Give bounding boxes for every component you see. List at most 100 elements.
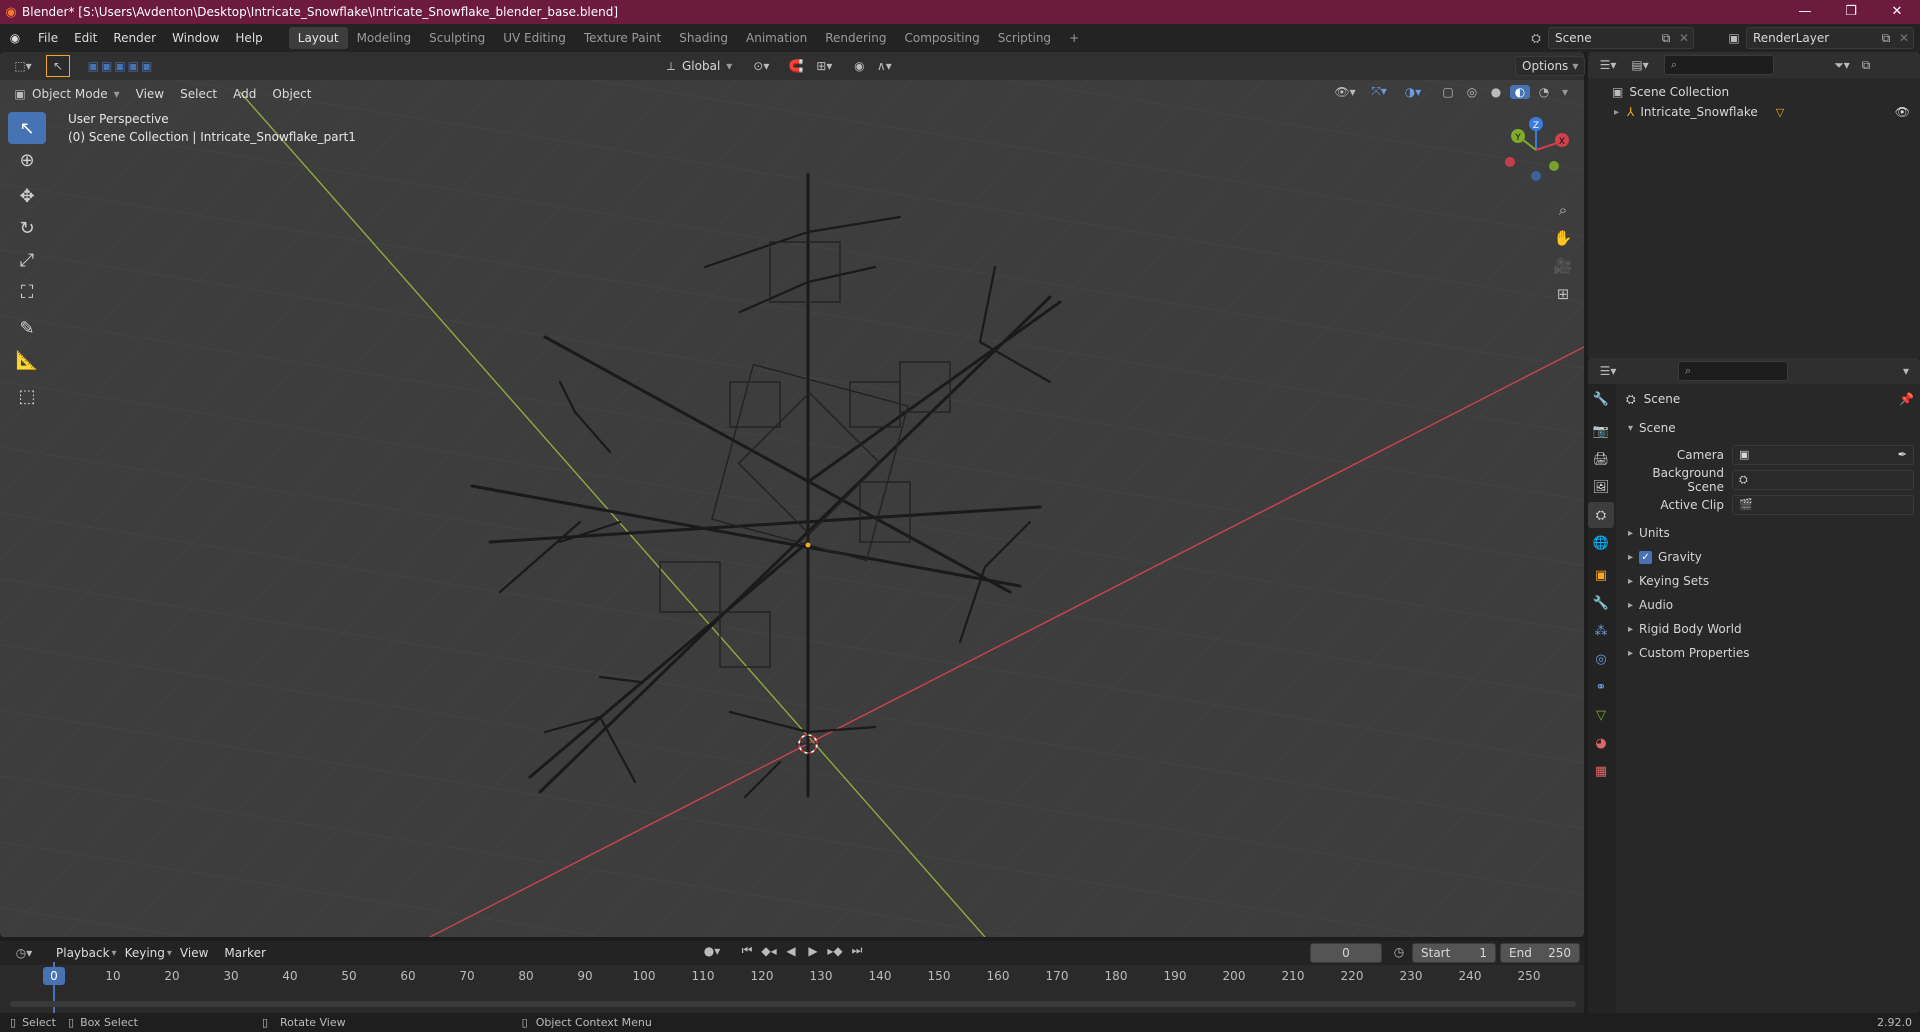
particles-tab-icon[interactable]: ⁂: [1588, 618, 1614, 644]
tab-texture-paint[interactable]: Texture Paint: [575, 27, 670, 49]
annotate-tool-icon[interactable]: ✎: [8, 312, 46, 344]
play-reverse-icon[interactable]: ◀: [782, 944, 800, 958]
visibility-eye-icon[interactable]: 👁: [1895, 105, 1910, 119]
renderlayer-field[interactable]: RenderLayer ⧉ ✕: [1746, 27, 1914, 49]
rigid-body-world-panel[interactable]: ▸ Rigid Body World: [1622, 617, 1914, 641]
menu-add[interactable]: Add: [225, 80, 264, 108]
menu-timeline-view[interactable]: View: [172, 939, 216, 967]
tab-shading[interactable]: Shading: [670, 27, 737, 49]
maximize-button[interactable]: ❐: [1828, 0, 1874, 24]
preview-range-icon[interactable]: ◷: [1390, 945, 1408, 959]
tab-compositing[interactable]: Compositing: [895, 27, 988, 49]
tool-tab-icon[interactable]: 🔧: [1588, 386, 1614, 412]
menu-playback[interactable]: Playback: [48, 939, 118, 967]
outliner-search-input[interactable]: ⌕: [1664, 55, 1774, 75]
chevron-down-icon[interactable]: ▾: [1898, 364, 1914, 378]
navigation-gizmo[interactable]: Z Y X: [1490, 112, 1580, 192]
play-icon[interactable]: ▶: [804, 944, 822, 958]
renderlayer-icon[interactable]: ▣: [1722, 27, 1746, 49]
menu-marker[interactable]: Marker: [216, 939, 273, 967]
object-tab-icon[interactable]: ▣: [1588, 562, 1614, 588]
menu-render[interactable]: Render: [105, 24, 164, 52]
timeline-track[interactable]: 0 10 20 30 40 50 60 70 80 90 100 110 120 130 140 150 160…: [0, 962, 1584, 1013]
add-cube-tool-icon[interactable]: ⬚: [8, 380, 46, 412]
gravity-checkbox[interactable]: ✓: [1639, 550, 1653, 564]
background-scene-field[interactable]: ⛭: [1732, 469, 1914, 490]
tab-uv-editing[interactable]: UV Editing: [494, 27, 575, 49]
menu-help[interactable]: Help: [227, 24, 270, 52]
visibility-icon[interactable]: 👁▾: [1330, 85, 1360, 99]
tab-animation[interactable]: Animation: [737, 27, 816, 49]
snap-icon[interactable]: 🧲: [782, 59, 810, 73]
zoom-icon[interactable]: ⌕: [1550, 196, 1576, 224]
tab-rendering[interactable]: Rendering: [816, 27, 895, 49]
modifier-tab-icon[interactable]: 🔧: [1588, 590, 1614, 616]
render-tab-icon[interactable]: 📷: [1588, 418, 1614, 444]
editor-type-icon[interactable]: ◷▾: [10, 946, 38, 960]
gravity-panel[interactable]: ▸ ✓ Gravity: [1622, 545, 1914, 569]
add-workspace-button[interactable]: +: [1060, 27, 1088, 49]
material-tab-icon[interactable]: ◕: [1588, 730, 1614, 756]
menu-window[interactable]: Window: [164, 24, 227, 52]
scene-panel-header[interactable]: ▾ Scene: [1622, 416, 1914, 440]
delete-renderlayer-icon[interactable]: ✕: [1895, 31, 1913, 45]
proportional-edit-icon[interactable]: ◉: [848, 59, 870, 73]
active-clip-field[interactable]: 🎬: [1732, 494, 1914, 515]
transform-orientation[interactable]: ⟂ Global ▾: [662, 59, 732, 74]
camera-field[interactable]: ▣ ✒: [1732, 444, 1914, 465]
rendered-shading-icon[interactable]: ◔: [1534, 85, 1554, 99]
menu-view[interactable]: View: [128, 80, 172, 108]
measure-tool-icon[interactable]: 📐: [8, 344, 46, 376]
wireframe-shading-icon[interactable]: ◎: [1462, 85, 1482, 99]
move-tool-icon[interactable]: ✥: [8, 180, 46, 212]
menu-keying[interactable]: Keying: [117, 939, 173, 967]
pin-icon[interactable]: 📌: [1899, 392, 1914, 406]
data-tab-icon[interactable]: ▽: [1588, 702, 1614, 728]
view-layer-tab-icon[interactable]: 🖼: [1588, 474, 1614, 500]
scene-tab-icon[interactable]: ⛭: [1588, 502, 1614, 528]
display-mode-icon[interactable]: ▤▾: [1626, 58, 1654, 72]
units-panel[interactable]: ▸ Units: [1622, 521, 1914, 545]
gizmo-toggle-icon[interactable]: ⤧▾: [1364, 84, 1394, 99]
tab-layout[interactable]: Layout: [288, 27, 348, 49]
scale-tool-icon[interactable]: ⤢: [8, 244, 46, 276]
jump-end-icon[interactable]: ⏭: [848, 943, 866, 958]
delete-scene-icon[interactable]: ✕: [1675, 31, 1693, 45]
outliner-item[interactable]: ▸ ⅄ Intricate_Snowflake ▽ 👁: [1588, 102, 1920, 122]
eyedropper-icon[interactable]: ✒: [1898, 448, 1907, 461]
new-scene-icon[interactable]: ⧉: [1657, 31, 1675, 46]
rotate-tool-icon[interactable]: ↻: [8, 212, 46, 244]
auto-keying-icon[interactable]: ●▾: [700, 944, 724, 958]
select-box-tool-icon[interactable]: ↖: [8, 112, 46, 144]
xray-icon[interactable]: ▢: [1438, 85, 1458, 99]
output-tab-icon[interactable]: 🖨: [1588, 446, 1614, 472]
falloff-icon[interactable]: ∧▾: [870, 59, 898, 73]
timeline-scrollbar[interactable]: [10, 1001, 1576, 1007]
minimize-button[interactable]: —: [1782, 0, 1828, 24]
tab-scripting[interactable]: Scripting: [989, 27, 1060, 49]
solid-shading-icon[interactable]: ●: [1486, 85, 1506, 99]
expand-icon[interactable]: ▸: [1614, 107, 1619, 118]
material-shading-icon[interactable]: ◐: [1510, 84, 1530, 99]
outliner-root[interactable]: ▣ Scene Collection: [1588, 82, 1920, 102]
end-frame-field[interactable]: End 250: [1500, 943, 1580, 963]
blender-menu-icon[interactable]: ◉: [0, 31, 30, 45]
current-frame-field[interactable]: 0: [1310, 943, 1382, 963]
jump-start-icon[interactable]: ⏮: [738, 943, 756, 958]
prev-keyframe-icon[interactable]: ◆◂: [760, 944, 778, 958]
snap-target-icon[interactable]: ⊞▾: [810, 59, 838, 73]
editor-type-icon[interactable]: ⬚▾: [6, 55, 40, 77]
scene-field[interactable]: Scene ⧉ ✕: [1548, 27, 1694, 49]
constraints-tab-icon[interactable]: ⚭: [1588, 674, 1614, 700]
physics-tab-icon[interactable]: ◎: [1588, 646, 1614, 672]
chevron-down-icon[interactable]: ▾: [1558, 85, 1572, 99]
editor-type-icon[interactable]: ☰▾: [1594, 364, 1622, 378]
ortho-grid-icon[interactable]: ⊞: [1550, 280, 1576, 308]
audio-panel[interactable]: ▸ Audio: [1622, 593, 1914, 617]
properties-search-input[interactable]: ⌕: [1678, 361, 1788, 381]
selection-mode-icons[interactable]: ▣▣▣▣▣: [76, 55, 166, 77]
cursor-tool-icon[interactable]: ⊕: [8, 144, 46, 176]
3d-viewport[interactable]: [0, 52, 1584, 937]
texture-tab-icon[interactable]: ▦: [1588, 758, 1614, 784]
camera-view-icon[interactable]: 🎥: [1550, 252, 1576, 280]
